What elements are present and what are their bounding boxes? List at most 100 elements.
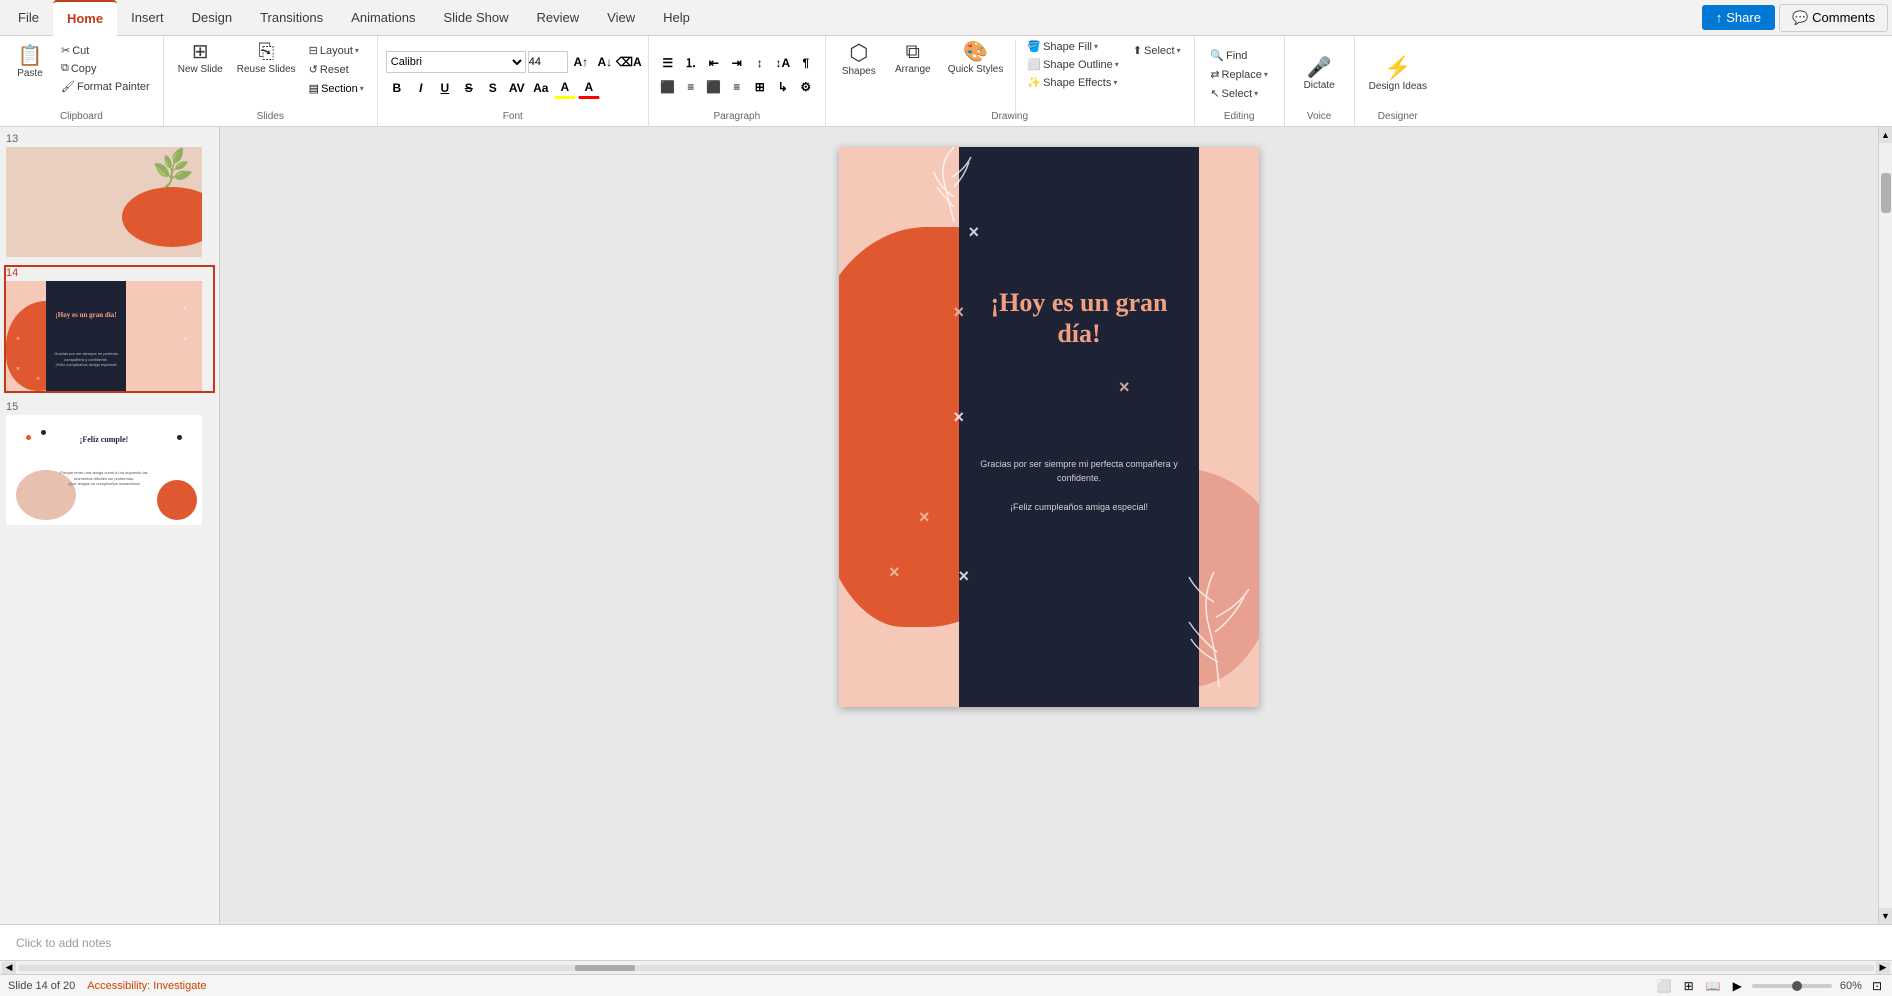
format-painter-button[interactable]: 🖌 Format Painter <box>56 78 155 95</box>
cut-button[interactable]: ✂ Cut <box>56 42 155 59</box>
t14-x4: × <box>16 336 20 343</box>
align-center-button[interactable]: ≡ <box>680 76 702 98</box>
zoom-slider[interactable] <box>1752 984 1832 988</box>
find-button[interactable]: 🔍 Find <box>1205 47 1252 64</box>
shapes-button[interactable]: ⬡ Shapes <box>834 38 884 81</box>
tab-home[interactable]: Home <box>53 0 117 36</box>
reset-button[interactable]: ↺ Reset <box>304 61 369 78</box>
change-case-button[interactable]: Aa <box>530 77 552 99</box>
increase-indent-button[interactable]: ⇥ <box>726 52 748 74</box>
underline-button[interactable]: U <box>434 77 456 99</box>
italic-button[interactable]: I <box>410 77 432 99</box>
justify-button[interactable]: ≡ <box>726 76 748 98</box>
h-scroll-thumb[interactable] <box>575 965 635 971</box>
format-painter-icon: 🖌 <box>61 80 75 93</box>
ribbon-content: 📋 Paste ✂ Cut ⧉ Copy 🖌 Format Painter <box>0 36 1892 126</box>
t14-x1: × <box>41 296 45 303</box>
decrease-indent-button[interactable]: ⇤ <box>703 52 725 74</box>
shadow-button[interactable]: S <box>482 77 504 99</box>
slide14-body[interactable]: Gracias por ser siempre mi perfecta comp… <box>969 457 1189 515</box>
slide14-x4: × <box>1119 377 1130 398</box>
scroll-right-button[interactable]: ▶ <box>1876 962 1890 974</box>
shape-effects-button[interactable]: ✨ Shape Effects ▾ <box>1022 74 1123 91</box>
quick-styles-label: Quick Styles <box>948 64 1004 75</box>
arrange-button[interactable]: ⧉ Arrange <box>888 38 938 79</box>
share-button[interactable]: ↑ Share <box>1702 5 1775 30</box>
text-direction-button[interactable]: ↳ <box>772 76 794 98</box>
canvas-area[interactable]: ¡Hoy es un gran día! Gracias por ser sie… <box>220 127 1878 924</box>
tab-design[interactable]: Design <box>178 0 246 36</box>
columns-button[interactable]: ⊞ <box>749 76 771 98</box>
decrease-font-button[interactable]: A↓ <box>594 51 616 73</box>
view-slideshow-button[interactable]: ▶ <box>1731 977 1744 995</box>
fit-to-window-button[interactable]: ⊡ <box>1870 977 1884 995</box>
layout-button[interactable]: ⊟ Layout ▾ <box>304 42 369 59</box>
t14-dark <box>46 281 126 391</box>
replace-button[interactable]: ⇄ Replace ▾ <box>1205 66 1273 83</box>
quick-styles-button[interactable]: 🎨 Quick Styles <box>942 38 1010 79</box>
notes-bar[interactable]: Click to add notes <box>0 924 1892 960</box>
sort-button[interactable]: ↕A <box>772 52 794 74</box>
view-slide-sorter-button[interactable]: ⊞ <box>1682 977 1696 995</box>
align-right-button[interactable]: ⬛ <box>703 76 725 98</box>
shape-fill-button[interactable]: 🪣 Shape Fill ▾ <box>1022 38 1123 55</box>
bullets-button[interactable]: ☰ <box>657 52 679 74</box>
design-ideas-button[interactable]: ⚡ Design Ideas <box>1363 53 1433 96</box>
status-bar-right: ⬜ ⊞ 📖 ▶ 60% ⊡ <box>1655 977 1884 995</box>
show-hide-button[interactable]: ¶ <box>795 52 817 74</box>
comments-button[interactable]: 💬 Comments <box>1779 4 1888 32</box>
line-spacing-button[interactable]: ↕ <box>749 52 771 74</box>
shape-outline-button[interactable]: ⬜ Shape Outline ▾ <box>1022 56 1123 73</box>
slide-thumb-13[interactable]: 13 🌿 <box>4 131 215 259</box>
clear-format-button[interactable]: ⌫A <box>618 51 640 73</box>
copy-button[interactable]: ⧉ Copy <box>56 60 155 77</box>
view-normal-button[interactable]: ⬜ <box>1655 977 1674 995</box>
tab-help[interactable]: Help <box>649 0 704 36</box>
reuse-slides-button[interactable]: ⎘ Reuse Slides <box>231 38 302 79</box>
scroll-left-button[interactable]: ◀ <box>2 962 16 974</box>
char-spacing-button[interactable]: AV <box>506 77 528 99</box>
new-slide-button[interactable]: ⊞ New Slide <box>172 38 229 79</box>
font-family-select[interactable]: Calibri <box>386 51 526 73</box>
tab-view[interactable]: View <box>593 0 649 36</box>
editing-select-button[interactable]: ↖ Select ▾ <box>1205 85 1263 102</box>
font-size-input[interactable] <box>528 51 568 73</box>
select-button[interactable]: ⬆ Select ▾ <box>1128 42 1186 59</box>
thumb13-plant: 🌿 <box>150 147 197 192</box>
tab-file[interactable]: File <box>4 0 53 36</box>
designer-group: ⚡ Design Ideas Designer <box>1355 36 1441 126</box>
slide-thumb-14[interactable]: 14 ¡Hoy es un gran día! Gracias por ser … <box>4 265 215 393</box>
numbering-button[interactable]: ⒈ <box>680 52 702 74</box>
scroll-thumb-v[interactable] <box>1881 173 1891 213</box>
slide-number-15: 15 <box>6 401 213 413</box>
slide14-title[interactable]: ¡Hoy es un gran día! <box>969 287 1189 349</box>
font-bottom-row: B I U S S AV Aa A A <box>386 77 600 99</box>
tab-transitions[interactable]: Transitions <box>246 0 337 36</box>
scroll-down-button[interactable]: ▼ <box>1879 908 1892 924</box>
tab-insert[interactable]: Insert <box>117 0 178 36</box>
para-top-row: ☰ ⒈ ⇤ ⇥ ↕ ↕A ¶ <box>657 52 817 74</box>
tab-slideshow[interactable]: Slide Show <box>429 0 522 36</box>
slide-canvas[interactable]: ¡Hoy es un gran día! Gracias por ser sie… <box>839 147 1259 707</box>
reset-icon: ↺ <box>309 63 318 76</box>
dictate-button[interactable]: 🎤 Dictate <box>1294 54 1344 95</box>
increase-font-button[interactable]: A↑ <box>570 51 592 73</box>
view-reading-button[interactable]: 📖 <box>1704 977 1723 995</box>
smart-art-button[interactable]: ⚙ <box>795 76 817 98</box>
slide-thumb-15[interactable]: 15 ¡Feliz cumple! Porque tener una amiga… <box>4 399 215 527</box>
tab-animations[interactable]: Animations <box>337 0 429 36</box>
strikethrough-button[interactable]: S <box>458 77 480 99</box>
slide-number-14: 14 <box>6 267 213 279</box>
t15-dot3 <box>177 435 182 440</box>
highlight-button[interactable]: A <box>554 77 576 99</box>
tab-review[interactable]: Review <box>523 0 594 36</box>
paste-button[interactable]: 📋 Paste <box>8 38 52 83</box>
slide14-dark-panel <box>959 147 1199 707</box>
select-icon: ⬆ <box>1133 44 1142 57</box>
t15-dot1 <box>26 435 31 440</box>
align-left-button[interactable]: ⬛ <box>657 76 679 98</box>
scroll-up-button[interactable]: ▲ <box>1879 127 1892 143</box>
bold-button[interactable]: B <box>386 77 408 99</box>
font-color-button[interactable]: A <box>578 77 600 99</box>
section-button[interactable]: ▤ Section ▾ <box>304 80 369 97</box>
